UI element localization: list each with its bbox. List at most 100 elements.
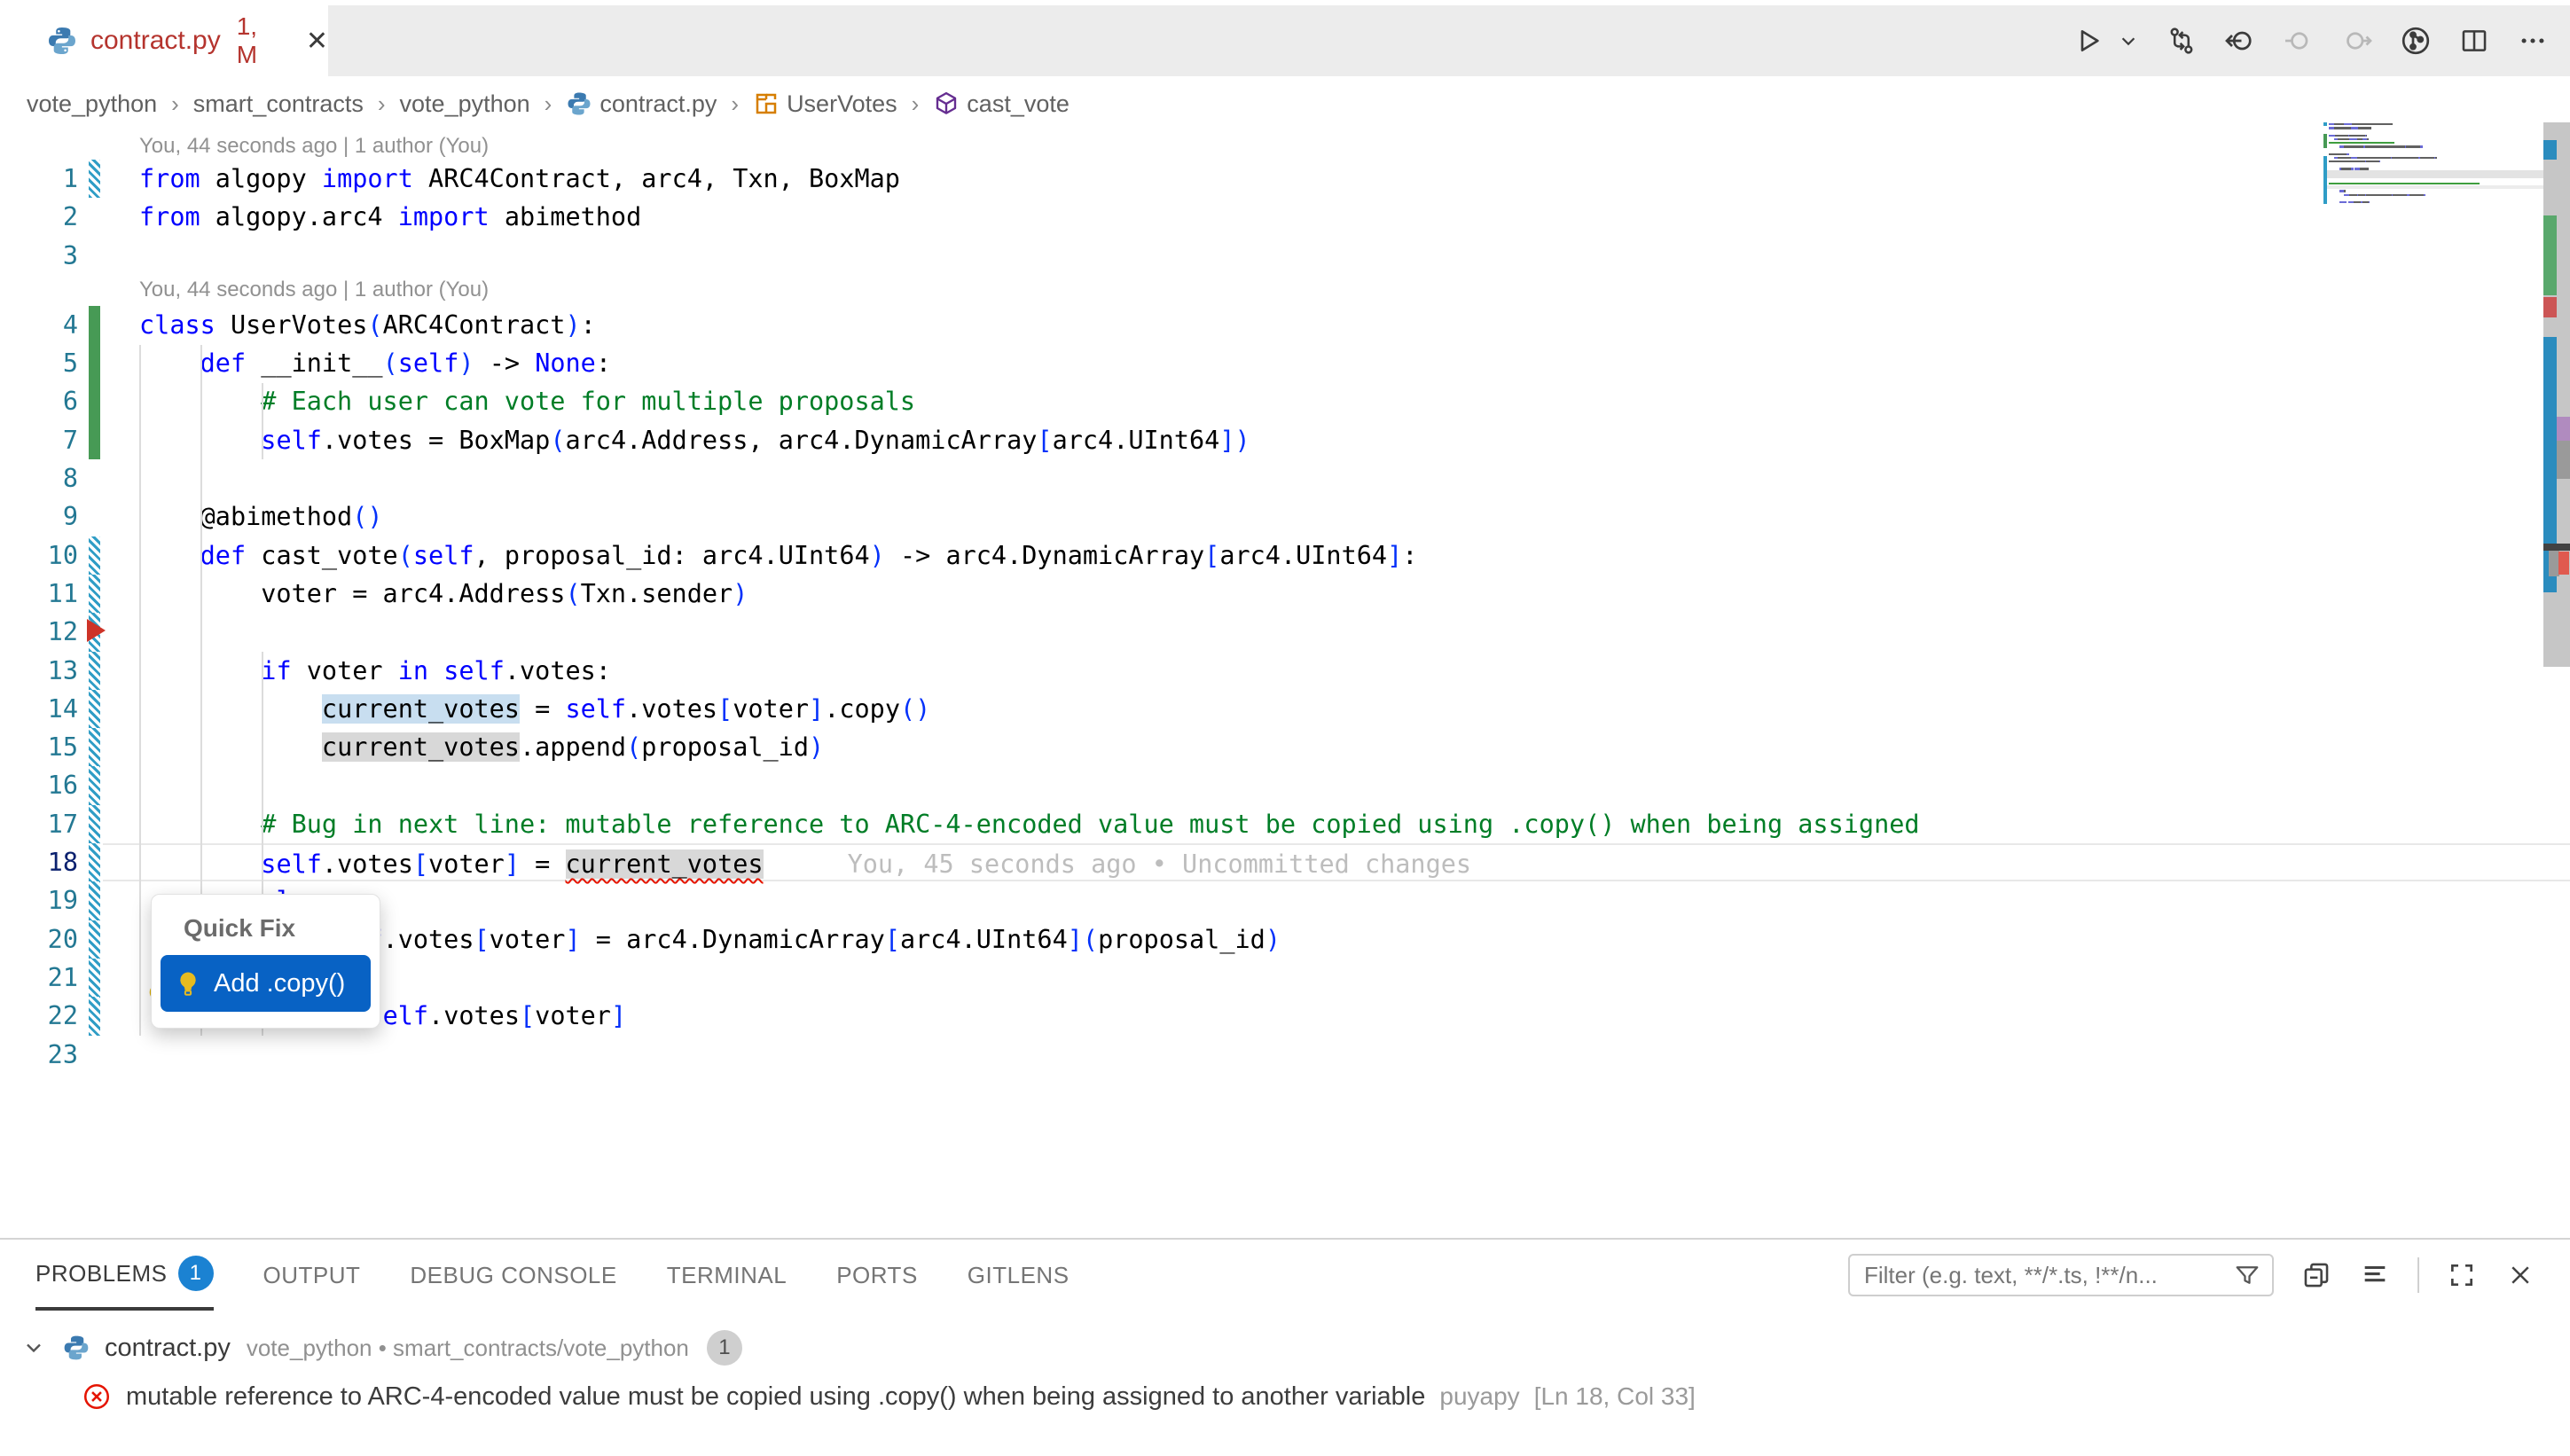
line-number[interactable]: 2 bbox=[0, 198, 85, 236]
more-actions-icon[interactable] bbox=[2517, 25, 2549, 57]
commit-graph-icon[interactable] bbox=[2400, 25, 2432, 57]
breadcrumb-item-vote_python[interactable]: vote_python bbox=[400, 90, 530, 118]
navigate-back-icon[interactable] bbox=[2224, 25, 2256, 57]
overview-ruler-scrollbar[interactable] bbox=[2543, 122, 2570, 667]
code-line-18[interactable]: 18 self.votes[voter] = current_votesYou,… bbox=[0, 843, 2570, 881]
close-panel-icon[interactable] bbox=[2504, 1259, 2536, 1291]
code-text: class UserVotes(ARC4Contract): bbox=[103, 306, 2570, 344]
code-line-23[interactable]: 23 bbox=[0, 1036, 2570, 1074]
code-line-3[interactable]: 3 bbox=[0, 237, 2570, 275]
previous-change-icon[interactable] bbox=[2283, 25, 2315, 57]
line-number[interactable]: 8 bbox=[0, 459, 85, 497]
line-number[interactable]: 12 bbox=[0, 613, 85, 651]
panel-tab-terminal[interactable]: TERMINAL bbox=[667, 1240, 787, 1311]
code-line-13[interactable]: 13 if voter in self.votes: bbox=[0, 652, 2570, 690]
breadcrumb-item-smart_contracts[interactable]: smart_contracts bbox=[193, 90, 364, 118]
next-change-icon[interactable] bbox=[2341, 25, 2373, 57]
line-number[interactable]: 10 bbox=[0, 536, 85, 575]
code-text bbox=[103, 613, 2570, 651]
code-line-10[interactable]: 10 def cast_vote(self, proposal_id: arc4… bbox=[0, 536, 2570, 575]
panel-tab-debug-console[interactable]: DEBUG CONSOLE bbox=[410, 1240, 616, 1311]
code-line-12[interactable]: 12 bbox=[0, 613, 2570, 651]
line-number[interactable]: 5 bbox=[0, 344, 85, 382]
breadcrumb-item-vote_python[interactable]: vote_python bbox=[27, 90, 157, 118]
breadcrumb-item-contract.py[interactable]: contract.py bbox=[566, 90, 717, 118]
code-line-9[interactable]: 9 @abimethod() bbox=[0, 497, 2570, 536]
panel-tab-problems[interactable]: PROBLEMS1 bbox=[35, 1240, 214, 1311]
quick-fix-popup: Quick Fix Add .copy() bbox=[151, 894, 380, 1029]
code-line-20[interactable]: 20 self.votes[voter] = arc4.DynamicArray… bbox=[0, 920, 2570, 959]
quick-fix-title: Quick Fix bbox=[161, 907, 371, 955]
code-editor[interactable]: You, 44 seconds ago | 1 author (You)1fro… bbox=[0, 133, 2570, 1238]
chevron-down-icon[interactable] bbox=[21, 1335, 46, 1360]
code-line-21[interactable]: 21 bbox=[0, 959, 2570, 997]
code-line-8[interactable]: 8 bbox=[0, 459, 2570, 497]
collapse-all-icon[interactable] bbox=[2359, 1259, 2391, 1291]
code-line-22[interactable]: 22 return self.votes[voter] bbox=[0, 997, 2570, 1035]
problems-error-row[interactable]: mutable reference to ARC-4-encoded value… bbox=[0, 1373, 2570, 1421]
code-line-11[interactable]: 11 voter = arc4.Address(Txn.sender) bbox=[0, 575, 2570, 613]
code-line-2[interactable]: 2 from algopy.arc4 import abimethod bbox=[0, 198, 2570, 236]
code-lens-1[interactable]: You, 44 seconds ago | 1 author (You) bbox=[0, 133, 2570, 160]
lightbulb-icon bbox=[175, 970, 201, 997]
problems-file-row[interactable]: contract.py vote_python • smart_contract… bbox=[0, 1325, 2570, 1371]
code-line-17[interactable]: 17 # Bug in next line: mutable reference… bbox=[0, 805, 2570, 843]
line-number[interactable]: 17 bbox=[0, 805, 85, 843]
code-line-14[interactable]: 14 current_votes = self.votes[voter].cop… bbox=[0, 690, 2570, 728]
maximize-panel-icon[interactable] bbox=[2446, 1259, 2478, 1291]
line-number[interactable]: 7 bbox=[0, 421, 85, 459]
code-line-7[interactable]: 7 self.votes = BoxMap(arc4.Address, arc4… bbox=[0, 421, 2570, 459]
run-dropdown-chevron-icon[interactable] bbox=[2118, 25, 2139, 57]
git-compare-icon[interactable] bbox=[2166, 25, 2198, 57]
line-number[interactable]: 14 bbox=[0, 690, 85, 728]
code-line-6[interactable]: 6 # Each user can vote for multiple prop… bbox=[0, 382, 2570, 420]
code-text: return self.votes[voter] bbox=[103, 997, 2570, 1035]
line-number[interactable]: 11 bbox=[0, 575, 85, 613]
problems-filter-input[interactable] bbox=[1864, 1262, 2231, 1289]
minimap[interactable] bbox=[2329, 122, 2540, 207]
tab-close-icon[interactable]: ✕ bbox=[306, 26, 328, 57]
code-text: def cast_vote(self, proposal_id: arc4.UI… bbox=[103, 536, 2570, 575]
line-number[interactable]: 3 bbox=[0, 237, 85, 275]
code-line-16[interactable]: 16 bbox=[0, 766, 2570, 804]
code-line-5[interactable]: 5 def __init__(self) -> None: bbox=[0, 344, 2570, 382]
code-line-15[interactable]: 15 current_votes.append(proposal_id) bbox=[0, 728, 2570, 766]
line-number[interactable]: 22 bbox=[0, 997, 85, 1035]
split-editor-icon[interactable] bbox=[2458, 25, 2490, 57]
panel-tab-output[interactable]: OUTPUT bbox=[263, 1240, 361, 1311]
breadcrumb-item-UserVotes[interactable]: UserVotes bbox=[753, 90, 897, 118]
code-text: from algopy.arc4 import abimethod bbox=[103, 198, 2570, 236]
problems-filter[interactable] bbox=[1848, 1254, 2274, 1296]
gutter-modified-marker bbox=[85, 575, 103, 613]
line-number[interactable]: 20 bbox=[0, 920, 85, 959]
panel-tab-gitlens[interactable]: GITLENS bbox=[968, 1240, 1070, 1311]
symbol-class-icon bbox=[753, 90, 780, 117]
line-number[interactable]: 4 bbox=[0, 306, 85, 344]
gutter-spacer bbox=[85, 459, 103, 497]
line-number[interactable]: 1 bbox=[0, 160, 85, 198]
line-number[interactable]: 13 bbox=[0, 652, 85, 690]
bottom-panel: PROBLEMS1 OUTPUT DEBUG CONSOLE TERMINAL PORT… bbox=[0, 1238, 2570, 1456]
code-line-19[interactable]: 19 else: bbox=[0, 881, 2570, 920]
breadcrumb-separator: › bbox=[169, 90, 181, 118]
problem-message: mutable reference to ARC-4-encoded value… bbox=[126, 1382, 1425, 1412]
tab-contract-py[interactable]: contract.py 1, M ✕ bbox=[23, 5, 328, 76]
breadcrumb-item-cast_vote[interactable]: cast_vote bbox=[933, 90, 1070, 118]
code-line-4[interactable]: 4 class UserVotes(ARC4Contract): bbox=[0, 306, 2570, 344]
line-number[interactable]: 21 bbox=[0, 959, 85, 997]
view-as-table-icon[interactable] bbox=[2300, 1259, 2332, 1291]
line-number[interactable]: 16 bbox=[0, 766, 85, 804]
code-line-1[interactable]: 1from algopy import ARC4Contract, arc4, … bbox=[0, 160, 2570, 198]
line-number[interactable]: 6 bbox=[0, 382, 85, 420]
line-number[interactable]: 18 bbox=[0, 843, 85, 881]
line-number[interactable]: 23 bbox=[0, 1036, 85, 1074]
gutter-modified-marker bbox=[85, 766, 103, 804]
code-lens-2[interactable]: You, 44 seconds ago | 1 author (You) bbox=[0, 275, 2570, 306]
line-number[interactable]: 19 bbox=[0, 881, 85, 920]
quick-fix-action-add-copy[interactable]: Add .copy() bbox=[161, 955, 371, 1012]
problems-badge: 1 bbox=[178, 1256, 214, 1291]
run-icon[interactable] bbox=[2073, 25, 2105, 57]
panel-tab-ports[interactable]: PORTS bbox=[836, 1240, 918, 1311]
line-number[interactable]: 9 bbox=[0, 497, 85, 536]
line-number[interactable]: 15 bbox=[0, 728, 85, 766]
